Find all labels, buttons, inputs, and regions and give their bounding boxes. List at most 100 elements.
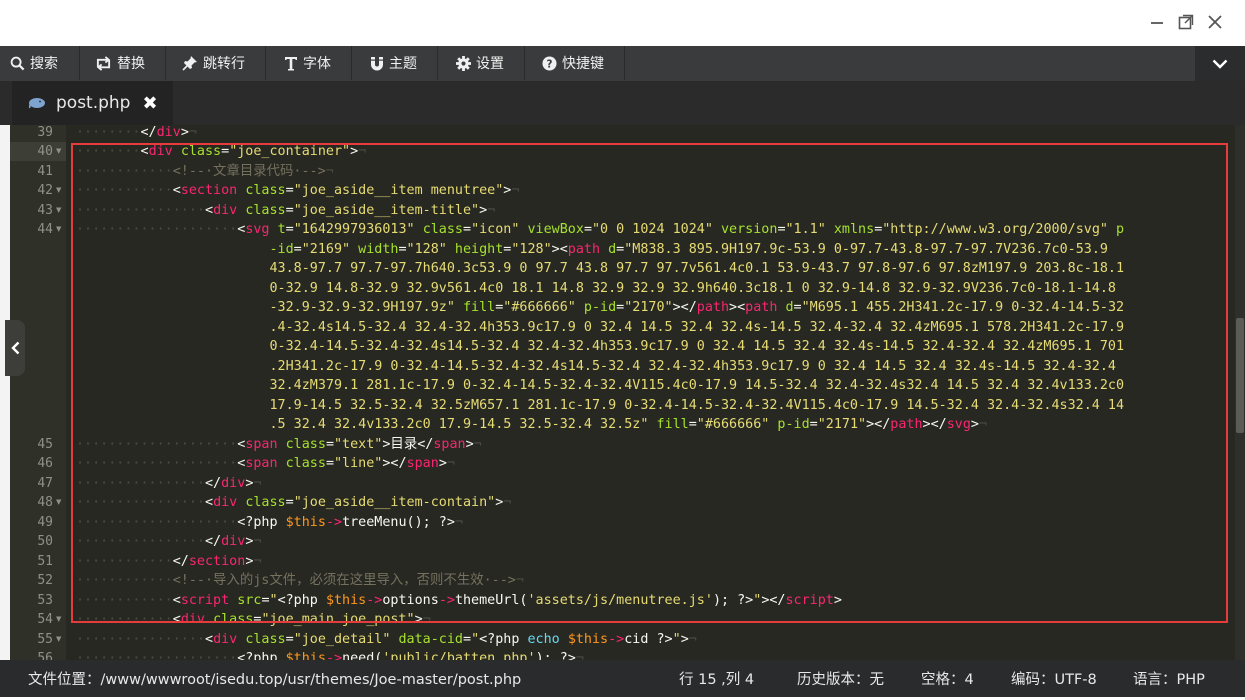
search-button[interactable]: 搜索 (0, 46, 80, 80)
status-bar: 文件位置：/www/wwwroot/isedu.top/usr/themes/J… (0, 660, 1245, 697)
fold-toggle-icon[interactable]: ▼ (56, 610, 64, 630)
fold-toggle-icon[interactable]: ▼ (56, 142, 64, 162)
maximize-icon[interactable] (1176, 12, 1196, 32)
code-token: class (245, 202, 286, 218)
code-line[interactable]: ············<section class="joe_aside__i… (76, 181, 519, 201)
tab-post-php[interactable]: post.php ✖ (12, 81, 173, 125)
code-token: $this (567, 631, 609, 647)
code-token: ···················· (76, 436, 238, 452)
fold-toggle-icon[interactable]: ▼ (56, 630, 64, 650)
scrollbar-thumb[interactable] (1236, 318, 1244, 433)
font-button[interactable]: 字体 (266, 46, 352, 80)
cursor-position[interactable]: 行 15 ,列 4 (679, 660, 754, 697)
code-token: width (358, 241, 399, 257)
file-location[interactable]: 文件位置：/www/wwwroot/isedu.top/usr/themes/J… (28, 660, 521, 697)
fold-toggle-icon[interactable]: ▼ (56, 181, 64, 201)
code-token: < (172, 612, 181, 627)
code-line[interactable]: 43.8-97.7 97.7-97.7h640.3c53.9 0 97.7 43… (76, 259, 1124, 279)
code-token: "1642997936013" (293, 222, 415, 237)
code-token: xmlns (833, 222, 875, 237)
code-line[interactable]: ····················<svg t="164299793601… (76, 220, 1124, 240)
code-line[interactable]: ············<script src="<?php $this->op… (76, 591, 842, 611)
theme-button[interactable]: 主题 (352, 46, 438, 80)
code-token: ········ (76, 144, 141, 159)
code-token: path (745, 300, 778, 315)
code-token: p-id (777, 417, 810, 432)
code-line[interactable]: ················<div class="joe_aside__i… (76, 493, 511, 513)
code-line[interactable]: ············</section>¬ (76, 552, 261, 572)
code-line[interactable]: ············<!--·导入的js文件，必须在这里导入，否则不生效·-… (76, 571, 524, 591)
encoding-setting[interactable]: 编码：UTF-8 (1011, 660, 1097, 697)
code-line[interactable]: ················</div>¬ (76, 532, 261, 552)
code-token: div (221, 475, 246, 491)
code-token: class (285, 436, 326, 452)
replace-button[interactable]: 替换 (80, 46, 166, 80)
code-token: "icon" (471, 222, 520, 237)
code-line[interactable]: .4-32.4s14.5-32.4 32.4-32.4h353.9c17.9 0… (76, 318, 1124, 338)
code-line[interactable]: ················<div class="joe_aside__i… (76, 201, 495, 221)
code-token: "M838.3 895.9H197.9c-53.9 0-97.7-43.8-97… (624, 241, 1108, 257)
code-line[interactable]: 17.9-14.5 32.5-32.4 32.5zM657.1 281.1c-1… (76, 396, 1124, 416)
code-token: div (213, 631, 238, 647)
indent-setting[interactable]: 空格：4 (921, 660, 974, 697)
code-line[interactable]: .5 32.4 32.4v133.2c0 17.9-14.5 32.5-32.4… (76, 415, 987, 435)
history-version[interactable]: 历史版本：无 (797, 660, 884, 697)
code-token: ················ (76, 475, 205, 491)
close-icon[interactable] (1205, 12, 1225, 32)
code-line[interactable]: 0-32.4-14.5-32.4-32.4s14.5-32.4 32.4-32.… (76, 337, 1124, 357)
code-token: class (213, 612, 254, 627)
code-token: fill (656, 417, 689, 432)
code-token: < (172, 592, 181, 608)
code-token: ¬ (325, 163, 334, 179)
tab-close-icon[interactable]: ✖ (142, 93, 157, 114)
code-token: </ (205, 534, 222, 549)
language-setting[interactable]: 语言：PHP (1133, 660, 1205, 697)
fold-toggle-icon[interactable]: ▼ (56, 493, 64, 513)
sidebar-toggle-button[interactable] (5, 320, 25, 376)
replace-label: 替换 (117, 56, 145, 72)
code-token: p (1116, 222, 1125, 237)
code-token: = (583, 222, 592, 237)
goto-line-label: 跳转行 (203, 56, 245, 72)
code-line[interactable]: ············<div class="joe_main joe_pos… (76, 610, 431, 630)
code-token: " (471, 631, 480, 647)
code-token: fill (462, 300, 496, 315)
code-line[interactable]: ····················<?php $this->treeMen… (76, 513, 463, 533)
code-line[interactable]: 0-32.9 14.8-32.9 32.9v561.4c0 18.1 14.8 … (76, 279, 1116, 299)
fold-toggle-icon[interactable]: ▼ (56, 220, 64, 240)
code-line[interactable]: -32.9-32.9-32.9H197.9z" fill = "#666666" p… (76, 298, 1124, 318)
settings-button[interactable]: 设置 (438, 46, 525, 80)
goto-line-button[interactable]: 跳转行 (166, 46, 266, 80)
code-line[interactable]: ········</div>¬ (76, 123, 197, 143)
code-token: " (269, 592, 278, 608)
shortcuts-button[interactable]: ? 快捷键 (525, 46, 625, 80)
code-line[interactable]: -id="2169" width="128" height="128"><pat… (76, 240, 1108, 260)
theme-label: 主题 (389, 56, 417, 72)
code-line[interactable]: ········<div class="joe_container">¬ (76, 142, 366, 162)
code-line[interactable]: .2H341.2c-17.9 0-32.4-14.5-32.4-32.4s14.… (76, 357, 1116, 377)
code-token: ················ (76, 534, 205, 549)
code-token: "2170" (624, 300, 673, 315)
code-token: ¬ (487, 202, 496, 218)
code-line[interactable]: ················</div>¬ (76, 474, 261, 494)
code-token: class (180, 144, 222, 159)
code-line[interactable]: ····················<span class="line"><… (76, 454, 455, 474)
code-token: = (793, 300, 802, 315)
code-token: < (140, 144, 149, 159)
code-token: ················ (76, 495, 205, 510)
code-token: < (205, 631, 214, 647)
line-number: 40 (37, 144, 53, 159)
toolbar-expand-button[interactable] (1195, 46, 1245, 81)
code-line[interactable]: ····················<span class="text">目… (76, 435, 482, 455)
fold-toggle-icon[interactable]: ▼ (56, 201, 64, 221)
minimize-icon[interactable] (1147, 12, 1167, 32)
editor-toolbar: 搜索 替换 跳转行 字体 主题 设置 ? 快捷键 (0, 46, 1245, 81)
code-line[interactable]: 32.4zM379.1 281.1c-17.9 0-32.4-14.5-32.4… (76, 376, 1124, 396)
code-token: span (245, 456, 278, 471)
code-token: ¬ (511, 183, 520, 198)
code-line[interactable]: ················<div class="joe_detail" … (76, 630, 697, 650)
code-line[interactable]: ············<!--·文章目录代码·-->¬ (76, 162, 334, 182)
